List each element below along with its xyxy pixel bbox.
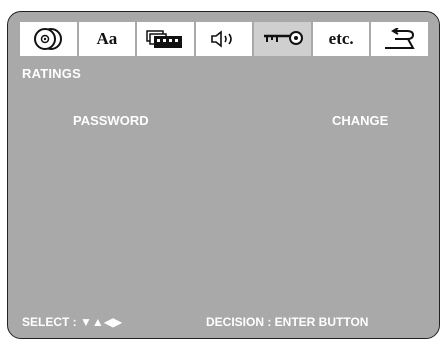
disc-icon [34, 28, 63, 50]
picture-icon [146, 30, 183, 48]
menu-title: RATINGS [22, 66, 81, 81]
tab-audio[interactable] [195, 22, 253, 56]
osd-screen: Aa etc. RATINGS PASSWORD CHANGE SELECT:… [7, 11, 440, 339]
arrow-keys-icon: ▼▲◀▶ [80, 315, 123, 329]
return-icon [384, 28, 415, 49]
decision-hint: DECISION : ENTER BUTTON [206, 315, 369, 329]
select-hint: SELECT : ▼▲◀▶ [22, 315, 122, 329]
etc-icon: etc. [328, 29, 354, 48]
tab-ratings[interactable] [254, 22, 311, 56]
tab-picture[interactable] [137, 22, 194, 56]
tab-language[interactable]: Aa [78, 22, 136, 56]
tab-etc[interactable]: etc. [312, 22, 370, 56]
select-label: SELECT : [22, 315, 77, 329]
language-icon: Aa [96, 29, 118, 48]
key-icon [263, 31, 303, 45]
password-option-label[interactable]: PASSWORD [73, 113, 149, 128]
tab-return[interactable] [371, 22, 429, 56]
speaker-icon [211, 30, 232, 48]
password-change-value[interactable]: CHANGE [332, 113, 388, 128]
tab-disc[interactable] [20, 22, 77, 56]
menu-tab-bar: Aa etc. [20, 22, 429, 56]
